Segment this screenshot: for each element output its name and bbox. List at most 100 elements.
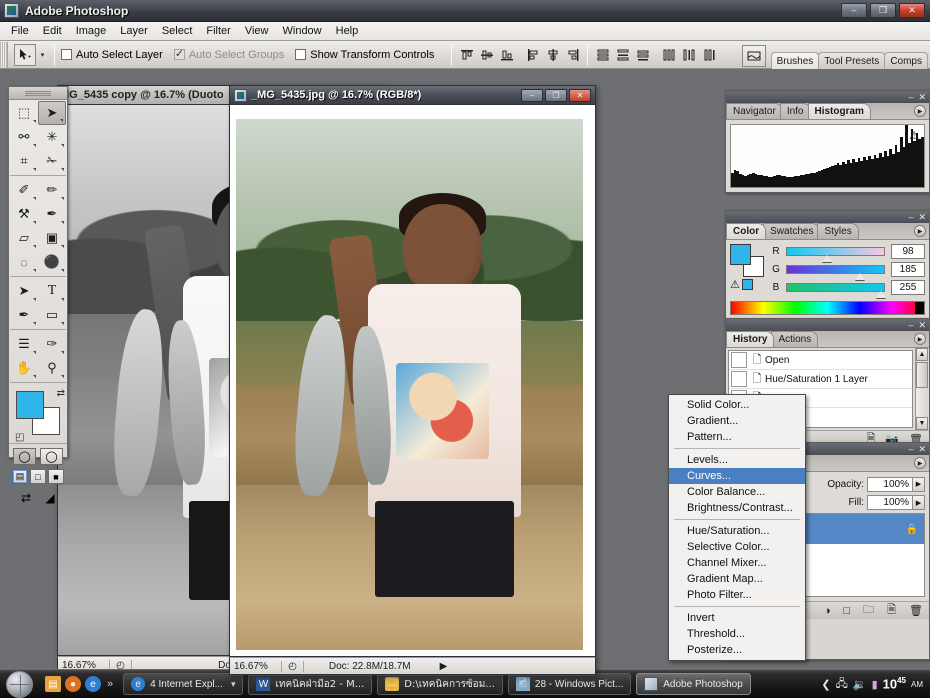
dodge-tool[interactable]: ⚫ bbox=[38, 250, 66, 274]
menu-layer[interactable]: Layer bbox=[113, 23, 155, 39]
menu-view[interactable]: View bbox=[238, 23, 276, 39]
opacity-stepper[interactable]: ▶ bbox=[913, 476, 925, 492]
rectangle-shape-tool[interactable]: ▭ bbox=[38, 303, 66, 327]
healing-brush-tool[interactable]: ✐ bbox=[10, 178, 38, 202]
volume-icon[interactable]: 🔉 bbox=[853, 678, 867, 691]
tab-color[interactable]: Color bbox=[726, 223, 767, 239]
internet-explorer-icon[interactable]: e bbox=[85, 676, 101, 692]
history-state-row[interactable]: 🗋 Hue/Saturation 1 Layer bbox=[729, 370, 912, 389]
history-panel-menu-icon[interactable]: ▶ bbox=[914, 333, 926, 345]
distribute-vertical-centers-icon[interactable] bbox=[614, 46, 631, 64]
histogram-panel-title-bar[interactable]: – ✕ bbox=[726, 91, 929, 103]
history-brush-tool[interactable]: ✒ bbox=[38, 202, 66, 226]
well-tab-tool-presets[interactable]: Tool Presets bbox=[818, 51, 886, 69]
standard-mode-button[interactable]: ◯ bbox=[13, 448, 36, 465]
hand-tool[interactable]: ✋ bbox=[10, 356, 38, 380]
default-colors-icon[interactable]: ◰ bbox=[15, 432, 24, 443]
tab-history[interactable]: History bbox=[726, 331, 775, 347]
go-to-bridge-icon[interactable] bbox=[741, 44, 766, 67]
distribute-bottom-edges-icon[interactable] bbox=[634, 46, 651, 64]
menu-item-pattern[interactable]: Pattern... bbox=[669, 429, 805, 445]
color-panel-menu-icon[interactable]: ▶ bbox=[914, 225, 926, 237]
menu-item-hue-saturation[interactable]: Hue/Saturation... bbox=[669, 523, 805, 539]
menu-item-photo-filter[interactable]: Photo Filter... bbox=[669, 587, 805, 603]
menu-item-color-balance[interactable]: Color Balance... bbox=[669, 484, 805, 500]
standard-screen-mode-button[interactable]: ▤ bbox=[12, 469, 28, 484]
rectangular-marquee-tool[interactable]: ⬚ bbox=[10, 101, 38, 125]
start-orb-icon[interactable] bbox=[6, 670, 33, 698]
clone-stamp-tool[interactable]: ⚒ bbox=[10, 202, 38, 226]
move-tool[interactable]: ➤ bbox=[38, 101, 66, 125]
history-scrollbar[interactable]: ▲ ▼ bbox=[915, 348, 928, 430]
new-layer-icon[interactable]: 🗎 bbox=[887, 601, 896, 620]
swap-colors-icon[interactable]: ⇄ bbox=[57, 388, 65, 399]
front-document-minimize-button[interactable]: – bbox=[521, 88, 543, 102]
menu-item-levels[interactable]: Levels... bbox=[669, 452, 805, 468]
distribute-horizontal-centers-icon[interactable] bbox=[680, 46, 697, 64]
tab-styles[interactable]: Styles bbox=[817, 223, 859, 239]
task-word-document[interactable]: W เทคนิคฝ่ามือ2 - M... bbox=[248, 673, 373, 695]
quick-launch-chevron[interactable]: » bbox=[107, 678, 113, 690]
tab-histogram[interactable]: Histogram bbox=[807, 103, 871, 119]
front-document-zoom[interactable]: 16.67% bbox=[230, 660, 282, 672]
minimize-button[interactable]: – bbox=[841, 3, 867, 18]
magic-wand-tool[interactable]: ✳ bbox=[38, 125, 66, 149]
color-panel[interactable]: – ✕ Color Swatches Styles ▶ ⚠ R 98 G 185… bbox=[725, 210, 930, 320]
menu-edit[interactable]: Edit bbox=[36, 23, 69, 39]
eraser-tool[interactable]: ▱ bbox=[10, 226, 38, 250]
align-top-edges-icon[interactable] bbox=[458, 46, 475, 64]
opacity-value[interactable]: 100% bbox=[867, 476, 913, 492]
distribute-left-edges-icon[interactable] bbox=[660, 46, 677, 64]
maximize-button[interactable]: ❐ bbox=[870, 3, 896, 18]
channel-b-slider[interactable] bbox=[786, 283, 887, 298]
history-state-row[interactable]: 🗋 Open bbox=[729, 351, 912, 370]
new-adjustment-layer-menu[interactable]: Solid Color... Gradient... Pattern... Le… bbox=[668, 394, 806, 661]
well-tab-brushes[interactable]: Brushes bbox=[770, 51, 820, 69]
front-document-canvas[interactable] bbox=[229, 104, 596, 657]
delete-layer-icon[interactable]: 🗑 bbox=[909, 604, 923, 617]
menu-file[interactable]: File bbox=[4, 23, 36, 39]
channel-r-value[interactable]: 98 bbox=[891, 244, 925, 259]
full-screen-menubar-mode-button[interactable]: □ bbox=[30, 469, 46, 484]
scroll-up-icon[interactable]: ▲ bbox=[916, 348, 928, 361]
show-transform-controls-option[interactable]: Show Transform Controls bbox=[295, 49, 434, 61]
history-source-checkbox[interactable] bbox=[731, 371, 747, 387]
jump-to-imageready-button[interactable]: ⇄ bbox=[16, 489, 36, 506]
distribute-right-edges-icon[interactable] bbox=[700, 46, 717, 64]
menu-item-selective-color[interactable]: Selective Color... bbox=[669, 539, 805, 555]
crop-tool[interactable]: ⌗ bbox=[10, 149, 38, 173]
auto-select-groups-option[interactable]: Auto Select Groups bbox=[173, 47, 284, 61]
color-panel-minimize[interactable]: – bbox=[908, 212, 913, 222]
task-explorer-folder[interactable]: 🗀 D:\เทคนิคการซ้อม... bbox=[377, 673, 503, 695]
color-spectrum-ramp[interactable] bbox=[730, 301, 925, 315]
pen-tool[interactable]: ✒ bbox=[10, 303, 38, 327]
tray-chevron-icon[interactable]: ❮ bbox=[821, 678, 830, 691]
history-panel-close[interactable]: ✕ bbox=[918, 320, 926, 330]
scroll-down-icon[interactable]: ▼ bbox=[916, 417, 928, 430]
histogram-panel[interactable]: – ✕ Navigator Info Histogram ▶ ⚠ bbox=[725, 90, 930, 193]
menu-image[interactable]: Image bbox=[69, 23, 114, 39]
gamut-substitute-swatch[interactable] bbox=[741, 279, 753, 290]
channel-r-slider[interactable] bbox=[786, 247, 885, 262]
menu-item-brightness-contrast[interactable]: Brightness/Contrast... bbox=[669, 500, 805, 516]
histogram-panel-minimize[interactable]: – bbox=[908, 92, 913, 102]
align-vertical-centers-icon[interactable] bbox=[478, 46, 495, 64]
type-tool[interactable]: T bbox=[38, 279, 66, 303]
menu-item-posterize[interactable]: Posterize... bbox=[669, 642, 805, 658]
align-left-edges-icon[interactable] bbox=[524, 46, 541, 64]
color-panel-close[interactable]: ✕ bbox=[918, 212, 926, 222]
fill-value[interactable]: 100% bbox=[867, 495, 913, 510]
front-document-window[interactable]: _MG_5435.jpg @ 16.7% (RGB/8*) – ❐ ✕ 16.6… bbox=[229, 85, 596, 676]
new-group-icon[interactable]: 🗀 bbox=[863, 601, 874, 620]
network-icon[interactable]: 🖧 bbox=[836, 675, 848, 694]
zoom-tool[interactable]: ⚲ bbox=[38, 356, 66, 380]
front-document-maximize-button[interactable]: ❐ bbox=[545, 88, 567, 102]
menu-select[interactable]: Select bbox=[155, 23, 200, 39]
layer-style-icon[interactable]: ◑ bbox=[824, 605, 831, 617]
auto-select-layer-option[interactable]: Auto Select Layer bbox=[61, 49, 163, 61]
gamut-warning-icon[interactable]: ⚠ bbox=[730, 278, 740, 291]
show-transform-controls-checkbox[interactable] bbox=[295, 49, 307, 60]
align-bottom-edges-icon[interactable] bbox=[498, 46, 515, 64]
menu-help[interactable]: Help bbox=[329, 23, 366, 39]
task-internet-explorer[interactable]: e 4 Internet Expl... ▾ bbox=[123, 673, 244, 695]
